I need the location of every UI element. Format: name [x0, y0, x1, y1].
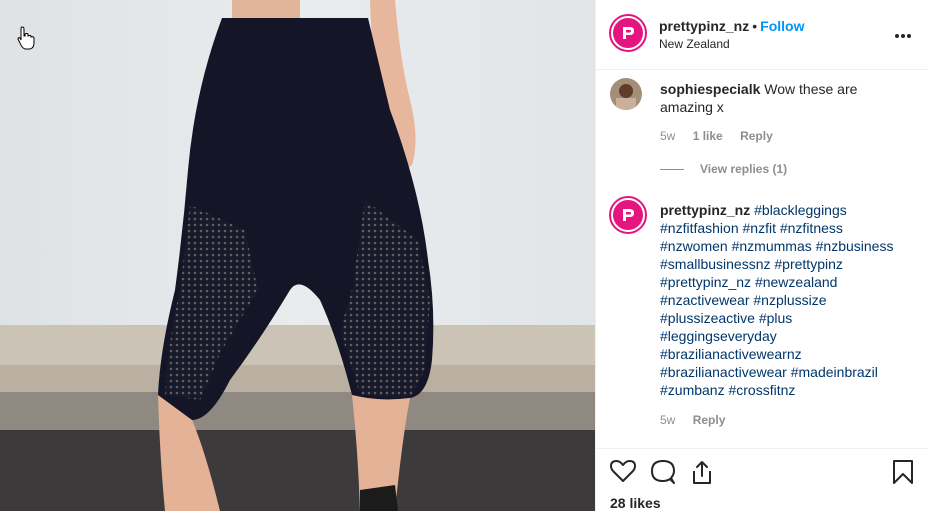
hashtag-link[interactable]: #leggingseveryday: [660, 328, 777, 344]
comment-username[interactable]: sophiespecialk: [660, 81, 760, 97]
hashtag-link[interactable]: #brazilianactivewearnz: [660, 346, 802, 362]
comment-bubble-icon[interactable]: [650, 459, 676, 490]
like-count[interactable]: 28 likes: [610, 495, 661, 511]
follow-button[interactable]: Follow: [760, 18, 804, 34]
caption-text: prettypinz_nz #blackleggings #nzfitfashi…: [660, 201, 910, 399]
hashtag-link[interactable]: #madeinbrazil: [791, 364, 878, 380]
caption-reply-button[interactable]: Reply: [693, 413, 726, 427]
location-link[interactable]: New Zealand: [659, 37, 730, 51]
hashtag-link[interactable]: #zumbanz: [660, 382, 725, 398]
bookmark-icon[interactable]: [892, 459, 914, 490]
caption-avatar[interactable]: [609, 196, 647, 234]
caption-hashtags: #blackleggings #nzfitfashion #nzfit #nzf…: [660, 202, 893, 398]
brand-logo-icon: [613, 200, 643, 230]
hashtag-link[interactable]: #brazilianactivewear: [660, 364, 787, 380]
hashtag-link[interactable]: #nzfitfashion: [660, 220, 739, 236]
comment-likes[interactable]: 1 like: [693, 129, 723, 143]
profile-avatar[interactable]: [609, 14, 647, 52]
hashtag-link[interactable]: #prettypinz: [774, 256, 842, 272]
caption-age[interactable]: 5w: [660, 413, 675, 427]
comments-list[interactable]: sophiespecialk Wow these are amazing x 5…: [596, 70, 927, 448]
view-replies-label: View replies (1): [700, 162, 788, 176]
hashtag-link[interactable]: #smallbusinessnz: [660, 256, 771, 272]
share-icon[interactable]: [690, 459, 714, 490]
post-image[interactable]: [0, 0, 595, 511]
brand-logo-icon: [613, 18, 643, 48]
hashtag-link[interactable]: #plus: [759, 310, 792, 326]
caption-meta: 5w Reply: [660, 413, 739, 427]
comment-meta: 5w 1 like Reply: [660, 129, 787, 143]
hashtag-link[interactable]: #nzplussize: [753, 292, 826, 308]
caption-username[interactable]: prettypinz_nz: [660, 202, 750, 218]
hashtag-link[interactable]: #nzfit: [743, 220, 776, 236]
header-username[interactable]: prettypinz_nz: [659, 18, 749, 34]
hashtag-link[interactable]: #nzwomen: [660, 238, 728, 254]
post-actions: 28 likes: [596, 448, 927, 512]
view-replies-button[interactable]: View replies (1): [660, 162, 787, 176]
comment-text-block: sophiespecialk Wow these are amazing x: [660, 80, 910, 116]
commenter-avatar[interactable]: [610, 78, 642, 110]
hashtag-link[interactable]: #nzactivewear: [660, 292, 750, 308]
hashtag-link[interactable]: #nzbusiness: [816, 238, 894, 254]
comment-reply-button[interactable]: Reply: [740, 129, 773, 143]
post-header: prettypinz_nz • Follow New Zealand: [596, 0, 927, 70]
replies-divider: [660, 168, 684, 170]
hashtag-link[interactable]: #nzfitness: [780, 220, 843, 236]
leggings-photo: [0, 0, 595, 511]
post-side-panel: prettypinz_nz • Follow New Zealand sophies…: [595, 0, 927, 511]
header-separator: •: [752, 18, 758, 34]
comment-age[interactable]: 5w: [660, 129, 675, 143]
pointer-cursor-icon: [17, 26, 35, 50]
hashtag-link[interactable]: #prettypinz_nz: [660, 274, 751, 290]
hashtag-link[interactable]: #plussizeactive: [660, 310, 755, 326]
hashtag-link[interactable]: #blackleggings: [754, 202, 847, 218]
like-heart-icon[interactable]: [610, 459, 636, 488]
more-options-icon[interactable]: [894, 26, 912, 44]
hashtag-link[interactable]: #newzealand: [755, 274, 838, 290]
hashtag-link[interactable]: #crossfitnz: [728, 382, 795, 398]
hashtag-link[interactable]: #nzmummas: [732, 238, 812, 254]
